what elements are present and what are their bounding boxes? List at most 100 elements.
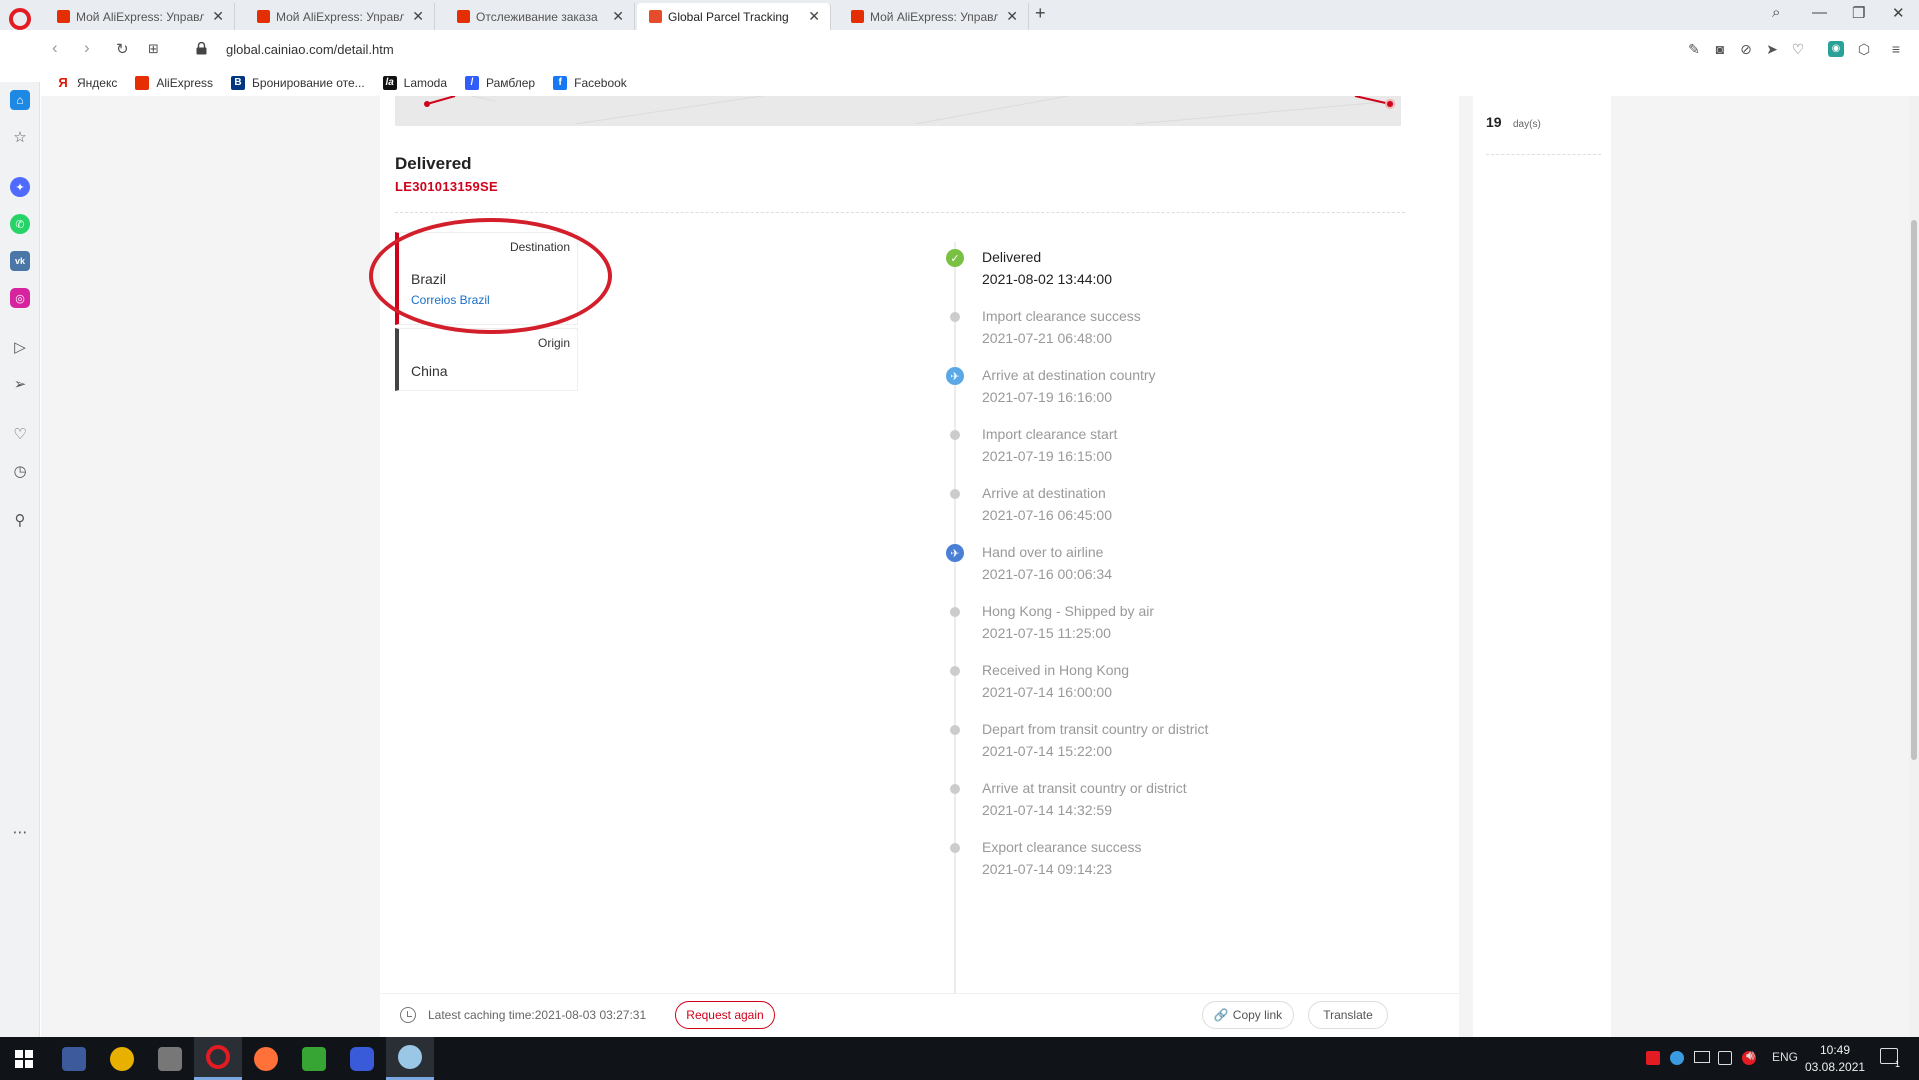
close-window-icon[interactable]: ✕ <box>1892 4 1905 22</box>
event-date: 2021-08-02 13:44:00 <box>982 271 1112 287</box>
bookmark-lamoda[interactable]: la Lamoda <box>382 76 447 90</box>
page-scrollbar[interactable] <box>1909 96 1919 1037</box>
d-app-icon[interactable] <box>338 1037 386 1080</box>
utorrent-icon[interactable] <box>290 1037 338 1080</box>
event-date: 2021-07-19 16:15:00 <box>982 448 1112 464</box>
lightbulb-icon[interactable]: ⚲ <box>10 510 30 530</box>
bookmark-booking[interactable]: B Бронирование оте... <box>231 76 365 90</box>
adblock-icon[interactable]: ⊘ <box>1738 41 1754 57</box>
more-icon[interactable]: ⋯ <box>10 822 30 842</box>
tab-aliexpress-3[interactable]: Мой AliExpress: Управлять ✕ <box>839 3 1029 30</box>
paint-app-icon[interactable] <box>386 1037 434 1080</box>
restore-icon[interactable]: ❐ <box>1852 4 1865 22</box>
heart-icon[interactable]: ♡ <box>1790 41 1806 57</box>
tab-order-tracking[interactable]: Отслеживание заказа ✕ <box>445 3 635 30</box>
back-icon[interactable]: ‹ <box>52 38 58 58</box>
system-clock[interactable]: 10:49 03.08.2021 <box>1805 1042 1865 1076</box>
vpn-extension-icon[interactable]: ◉ <box>1828 41 1844 57</box>
send-icon[interactable]: ➢ <box>10 374 30 394</box>
heart-icon[interactable]: ♡ <box>10 424 30 444</box>
aliexpress-icon <box>457 10 470 23</box>
divider <box>1486 154 1601 155</box>
origin-card: Origin China <box>395 328 578 391</box>
timeline-event: Arrive at transit country or district 20… <box>982 780 1187 818</box>
close-tab-icon[interactable]: ✕ <box>808 8 820 25</box>
plane-takeoff-icon: ✈ <box>946 544 964 562</box>
destination-carrier-link[interactable]: Correios Brazil <box>411 293 490 307</box>
aliexpress-icon <box>257 10 270 23</box>
extensions-cube-icon[interactable]: ⬡ <box>1856 41 1872 57</box>
transit-days-value: 19 <box>1486 114 1502 130</box>
cache-time-text: Latest caching time:2021-08-03 03:27:31 <box>428 1008 647 1022</box>
close-tab-icon[interactable]: ✕ <box>1006 8 1018 25</box>
instagram-icon[interactable]: ◎ <box>10 288 30 308</box>
timeline-event: Delivered 2021-08-02 13:44:00 <box>982 249 1112 287</box>
clock-icon <box>400 1007 416 1023</box>
snapshot-edit-icon[interactable]: ✎ <box>1686 41 1702 57</box>
camera-icon[interactable]: ◙ <box>1712 41 1728 57</box>
send-icon[interactable]: ➤ <box>1764 41 1780 57</box>
history-icon[interactable]: ◷ <box>10 461 30 481</box>
route-map <box>395 96 1401 126</box>
volume-icon[interactable]: 🔊︎ <box>1746 1047 1755 1064</box>
search-tabs-icon[interactable]: ⌕ <box>1772 4 1780 21</box>
file-manager-icon[interactable] <box>146 1037 194 1080</box>
timeline-dot <box>950 784 960 794</box>
tab-bar: Мой AliExpress: Управлять ✕ Мой AliExpre… <box>0 0 1919 30</box>
tab-title: Мой AliExpress: Управлять <box>276 9 405 24</box>
tab-aliexpress-1[interactable]: Мой AliExpress: Управлять ✕ <box>45 3 235 30</box>
new-tab-icon[interactable]: + <box>1035 3 1046 24</box>
display-icon[interactable] <box>1694 1051 1710 1063</box>
translate-button[interactable]: Translate <box>1308 1001 1388 1029</box>
origin-label: Origin <box>537 336 570 350</box>
timeline-event: Hong Kong - Shipped by air 2021-07-15 11… <box>982 603 1154 641</box>
windows-start-icon[interactable] <box>0 1037 48 1080</box>
scrollbar-thumb[interactable] <box>1911 220 1917 760</box>
aliexpress-icon <box>135 76 150 90</box>
tab-aliexpress-2[interactable]: Мой AliExpress: Управлять ✕ <box>245 3 435 30</box>
input-language-indicator[interactable]: ENG <box>1772 1050 1798 1064</box>
opera-menu-icon[interactable] <box>9 8 31 30</box>
event-title: Import clearance start <box>982 426 1118 442</box>
timeline-event: Received in Hong Kong 2021-07-14 16:00:0… <box>982 662 1129 700</box>
home-icon[interactable]: ⌂ <box>10 90 30 110</box>
windows-taskbar: 🔊︎ ENG 10:49 03.08.2021 1 <box>0 1037 1919 1080</box>
opera-taskbar-icon[interactable] <box>194 1037 242 1080</box>
copy-link-button[interactable]: 🔗 Copy link <box>1202 1001 1294 1029</box>
transit-days-unit: day(s) <box>1513 119 1541 130</box>
bookmark-rambler[interactable]: / Рамблер <box>465 76 535 90</box>
minimize-icon[interactable]: — <box>1812 4 1827 21</box>
save-app-icon[interactable] <box>50 1037 98 1080</box>
reload-icon[interactable]: ↻ <box>116 40 129 58</box>
forward-icon[interactable]: › <box>84 38 90 58</box>
speed-dial-icon[interactable]: ⊞ <box>148 41 159 57</box>
close-tab-icon[interactable]: ✕ <box>212 8 224 25</box>
close-tab-icon[interactable]: ✕ <box>612 8 624 25</box>
easy-setup-menu-icon[interactable]: ≡ <box>1888 41 1904 57</box>
request-again-button[interactable]: Request again <box>675 1001 775 1029</box>
tab-global-parcel-tracking[interactable]: Global Parcel Tracking ✕ <box>637 3 831 30</box>
tray-red-icon[interactable] <box>1646 1051 1660 1065</box>
tray-network-app-icon[interactable] <box>1670 1051 1684 1065</box>
timeline-event: Import clearance start 2021-07-19 16:15:… <box>982 426 1117 464</box>
player-icon[interactable]: ▷ <box>10 337 30 357</box>
vk-icon[interactable]: vk <box>10 251 30 271</box>
star-icon[interactable]: ☆ <box>10 127 30 147</box>
tab-title: Отслеживание заказа <box>476 9 598 24</box>
close-tab-icon[interactable]: ✕ <box>412 8 424 25</box>
clock-time: 10:49 <box>1819 1043 1851 1057</box>
cainiao-icon <box>649 10 662 23</box>
lamoda-icon: la <box>382 76 397 90</box>
bookmark-facebook[interactable]: f Facebook <box>553 76 627 90</box>
facebook-icon: f <box>553 76 568 90</box>
messenger-icon[interactable]: ✦ <box>10 177 30 197</box>
lock-icon[interactable] <box>196 42 207 55</box>
bookmark-aliexpress[interactable]: AliExpress <box>135 76 213 90</box>
browser-sidebar: ⌂ ☆ ✦ ✆ vk ◎ ▷ ➢ ♡ ◷ ⚲ ⋯ <box>0 82 40 1037</box>
whatsapp-icon[interactable]: ✆ <box>10 214 30 234</box>
url-input[interactable]: global.cainiao.com/detail.htm <box>226 42 394 57</box>
firefox-icon[interactable] <box>242 1037 290 1080</box>
battery-icon[interactable] <box>1718 1051 1732 1065</box>
warning-app-icon[interactable] <box>98 1037 146 1080</box>
bookmark-yandex[interactable]: Я Яндекс <box>56 76 117 91</box>
